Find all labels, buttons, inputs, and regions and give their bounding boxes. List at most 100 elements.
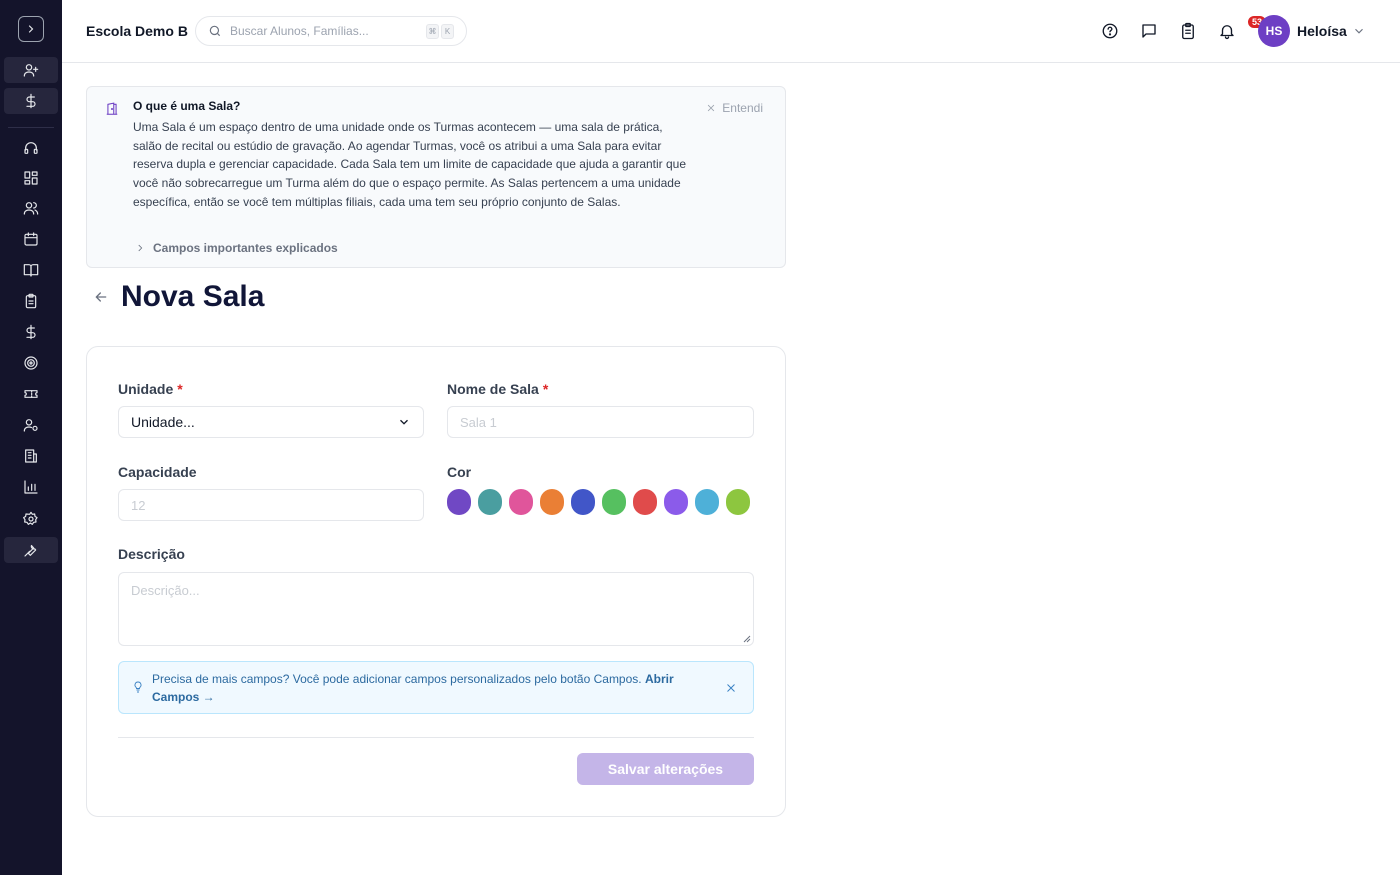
wrench-icon: [24, 544, 37, 557]
description-label: Descrição: [118, 546, 185, 562]
info-panel: O que é uma Sala? Uma Sala é um espaço d…: [86, 86, 786, 268]
color-swatch[interactable]: [726, 489, 750, 515]
tip-message: Precisa de mais campos? Você pode adicio…: [152, 672, 642, 686]
unit-select[interactable]: Unidade...: [118, 406, 424, 438]
info-title: O que é uma Sala?: [133, 99, 241, 113]
sidebar-toggle-button[interactable]: [18, 16, 44, 42]
sidebar-item-courses[interactable]: [4, 257, 58, 283]
chevron-right-icon: [28, 25, 34, 33]
dashboard-icon: [24, 171, 38, 185]
info-expand-button[interactable]: Campos importantes explicados: [135, 241, 338, 255]
resize-handle-icon[interactable]: [743, 635, 751, 643]
sidebar-item-goals[interactable]: [4, 350, 58, 376]
user-name[interactable]: Heloísa: [1297, 23, 1347, 39]
dollar-icon: [26, 324, 36, 340]
dollar-icon: [26, 93, 36, 109]
sidebar-item-calendar[interactable]: [4, 226, 58, 252]
unit-label: Unidade *: [118, 381, 183, 397]
chevron-down-icon: [400, 419, 408, 425]
sidebar-item-units[interactable]: [4, 443, 58, 469]
book-icon: [23, 264, 39, 277]
page-title: Nova Sala: [121, 280, 265, 313]
help-icon: [1102, 23, 1118, 39]
sidebar-divider: [8, 127, 54, 128]
sidebar-item-settings[interactable]: [4, 506, 58, 532]
sidebar-item-payment[interactable]: [4, 88, 58, 114]
form-divider: [118, 737, 754, 738]
sidebar-item-support[interactable]: [4, 135, 58, 161]
message-icon: [1142, 24, 1156, 38]
arrow-left-icon: [95, 292, 107, 302]
users-icon: [23, 202, 39, 215]
custom-fields-tip: Precisa de mais campos? Você pode adicio…: [118, 661, 754, 714]
messages-button[interactable]: [1139, 21, 1159, 41]
search-input[interactable]: Buscar Alunos, Famílias...: [230, 24, 426, 38]
sidebar-item-finance[interactable]: [4, 319, 58, 345]
chevron-right-icon: [138, 244, 143, 252]
bar-chart-icon: [24, 480, 38, 494]
room-name-label: Nome de Sala *: [447, 381, 548, 397]
sidebar-item-attendance[interactable]: [4, 288, 58, 314]
room-name-input[interactable]: Sala 1: [447, 406, 754, 438]
room-name-label-text: Nome de Sala: [447, 381, 539, 397]
sidebar-item-tickets[interactable]: [4, 381, 58, 407]
sidebar: [0, 0, 62, 875]
save-button[interactable]: Salvar alterações: [577, 753, 754, 785]
target-icon: [24, 356, 38, 370]
gear-icon: [23, 511, 38, 525]
close-icon: [727, 684, 735, 692]
avatar[interactable]: HS: [1258, 15, 1290, 47]
color-swatch[interactable]: [447, 489, 471, 515]
clipboard-list-icon: [1182, 22, 1194, 40]
tip-close-button[interactable]: [725, 681, 737, 699]
search-bar[interactable]: Buscar Alunos, Famílias... ⌘ K: [195, 16, 467, 46]
color-swatch[interactable]: [695, 489, 719, 515]
help-button[interactable]: [1100, 21, 1120, 41]
ticket-icon: [24, 390, 38, 398]
required-mark: *: [542, 381, 549, 397]
sidebar-item-add-student[interactable]: [4, 57, 58, 83]
sidebar-item-staff[interactable]: [4, 412, 58, 438]
topbar: Escola Demo B Buscar Alunos, Famílias...…: [62, 0, 1400, 63]
form-card: Unidade * Unidade... Nome de Sala * Sala 1…: [86, 346, 786, 817]
capacity-label: Capacidade: [118, 464, 197, 480]
close-icon: [708, 104, 715, 112]
chevron-down-icon: [1355, 28, 1363, 34]
info-dismiss-label: Entendi: [722, 101, 763, 115]
color-swatch[interactable]: [633, 489, 657, 515]
description-textarea[interactable]: Descrição...: [118, 572, 754, 646]
color-swatch[interactable]: [602, 489, 626, 515]
unit-select-value: Unidade...: [131, 414, 195, 430]
sidebar-item-dashboard[interactable]: [4, 165, 58, 191]
bell-icon: [1220, 25, 1234, 40]
back-button[interactable]: [93, 289, 109, 310]
notifications-button[interactable]: [1217, 21, 1237, 41]
search-shortcut: ⌘ K: [426, 23, 456, 39]
color-swatch[interactable]: [571, 489, 595, 515]
building-icon: [25, 449, 37, 463]
color-label: Cor: [447, 464, 472, 480]
unit-label-text: Unidade: [118, 381, 174, 397]
tasks-button[interactable]: [1178, 21, 1198, 41]
sidebar-item-reports[interactable]: [4, 474, 58, 500]
info-text: Uma Sala é um espaço dentro de uma unida…: [133, 120, 687, 209]
tip-text: Precisa de mais campos? Você pode adicio…: [152, 670, 712, 706]
school-name[interactable]: Escola Demo B: [86, 23, 188, 39]
door-icon: [105, 102, 119, 121]
user-gear-icon: [23, 419, 38, 432]
kbd-cmd: ⌘: [426, 23, 439, 39]
color-swatch[interactable]: [509, 489, 533, 515]
capacity-input[interactable]: 12: [118, 489, 424, 521]
sidebar-item-users[interactable]: [4, 195, 58, 221]
search-icon: [209, 25, 221, 37]
info-dismiss-button[interactable]: Entendi: [706, 101, 763, 115]
color-swatch[interactable]: [540, 489, 564, 515]
color-swatch[interactable]: [664, 489, 688, 515]
required-mark: *: [177, 381, 183, 397]
calendar-icon: [24, 232, 38, 246]
lightbulb-icon: [132, 680, 144, 699]
color-picker: [447, 489, 750, 515]
sidebar-item-tools[interactable]: [4, 537, 58, 563]
user-menu-toggle[interactable]: [1352, 24, 1366, 43]
color-swatch[interactable]: [478, 489, 502, 515]
